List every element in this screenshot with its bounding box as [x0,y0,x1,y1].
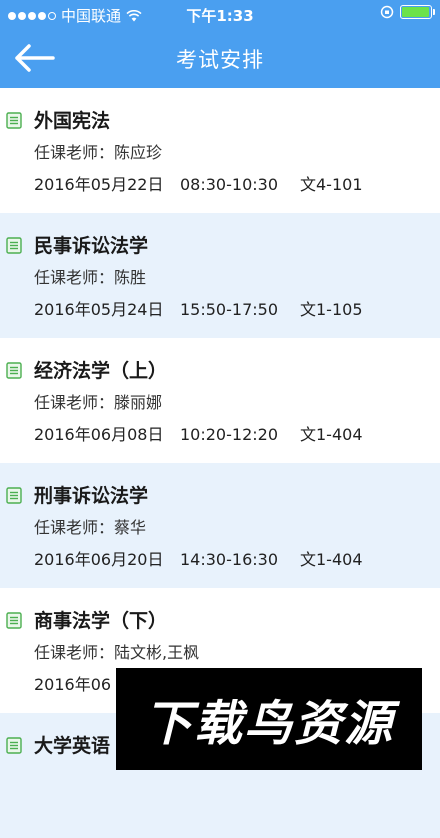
document-icon [6,487,22,504]
status-bar: 中国联通 下午1:33 [0,0,440,28]
exam-schedule: 2016年05月22日 08:30-10:30 文4-101 [34,174,440,196]
exam-list-item[interactable]: 外国宪法 任课老师：陈应珍 2016年05月22日 08:30-10:30 文4-1… [0,88,440,213]
nav-bar: 考试安排 [0,28,440,88]
exam-room: 文4-101 [300,175,363,194]
teacher-label: 任课老师：陈应珍 [34,143,163,162]
exam-schedule: 2016年06月08日 10:20-12:20 文1-404 [34,424,440,446]
document-icon [6,612,22,629]
orientation-lock-icon [380,5,394,19]
teacher-label: 任课老师：陆文彬,王枫 [34,643,200,662]
exam-room: 文1-404 [300,550,363,569]
document-icon [6,237,22,254]
exam-date: 2016年06月08日 [34,425,164,444]
exam-room: 文1-404 [300,425,363,444]
document-icon [6,737,22,754]
exam-room: 文1-105 [300,300,363,319]
page-title: 考试安排 [176,48,264,72]
exam-schedule: 2016年06月20日 14:30-16:30 文1-404 [34,549,440,571]
exam-time: 10:20-12:20 [180,425,278,444]
exam-list-item[interactable]: 民事诉讼法学 任课老师：陈胜 2016年05月24日 15:50-17:50 文1-… [0,213,440,338]
exam-list-item[interactable]: 经济法学（上） 任课老师：滕丽娜 2016年06月08日 10:20-12:20 文… [0,338,440,463]
exam-time: 15:50-17:50 [180,300,278,319]
teacher-label: 任课老师：陈胜 [34,268,147,287]
teacher-label: 任课老师：滕丽娜 [34,393,163,412]
teacher-label: 任课老师：蔡华 [34,518,147,537]
course-name: 民事诉讼法学 [34,235,149,257]
course-name: 外国宪法 [34,110,111,132]
status-right [380,5,435,19]
exam-time: 08:30-10:30 [180,175,278,194]
battery-icon [400,5,435,19]
course-name: 经济法学（上） [34,360,168,382]
exam-date: 2016年05月24日 [34,300,164,319]
exam-date: 2016年06月20日 [34,550,164,569]
course-name: 商事法学（下） [34,610,168,632]
document-icon [6,112,22,129]
course-name: 刑事诉讼法学 [34,485,149,507]
exam-date: 2016年05月22日 [34,175,164,194]
exam-time: 14:30-16:30 [180,550,278,569]
status-time: 下午1:33 [186,7,254,25]
exam-list-item[interactable]: 刑事诉讼法学 任课老师：蔡华 2016年06月20日 14:30-16:30 文1-… [0,463,440,588]
header-bar: 中国联通 下午1:33 考试安排 [0,0,440,88]
document-icon [6,362,22,379]
watermark-banner: 下载鸟资源 [116,668,422,770]
exam-schedule: 2016年05月24日 15:50-17:50 文1-105 [34,299,440,321]
